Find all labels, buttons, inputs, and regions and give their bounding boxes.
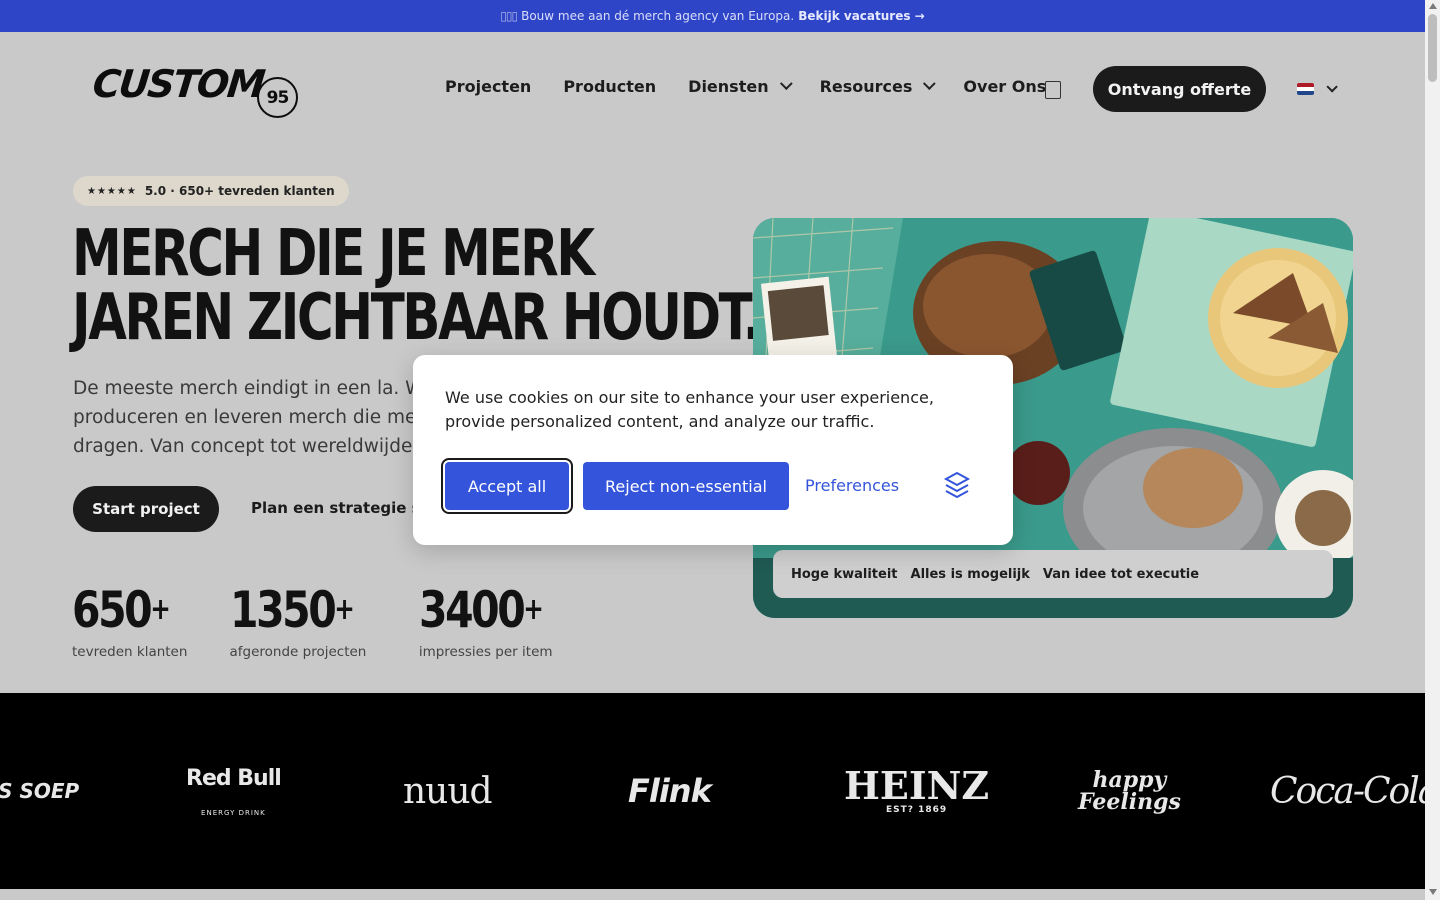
cookie-provider-logo-icon xyxy=(943,471,971,499)
happy-feelings-logo: happy Feelings xyxy=(1078,767,1181,815)
chevron-down-icon xyxy=(1326,81,1338,93)
nav-label: Diensten xyxy=(688,77,769,96)
heinz-logo: HEINZ EST? 1869 xyxy=(844,763,990,816)
soep-logo: 'S SOEP xyxy=(0,779,80,803)
stat-number: 3400+ xyxy=(418,581,544,639)
chevron-down-icon xyxy=(923,77,937,91)
nav-diensten[interactable]: Diensten xyxy=(688,77,793,96)
preferences-link[interactable]: Preferences xyxy=(805,476,899,495)
stat-label: afgeronde projecten xyxy=(229,644,367,660)
announcement-emoji: ▯▯▯ xyxy=(500,9,518,23)
coca-cola-logo: Coca-Cola xyxy=(1270,770,1425,812)
scroll-thumb[interactable] xyxy=(1428,14,1437,82)
hero-headline: MERCH DIE JE MERK JAREN ZICHTBAAR HOUDT. xyxy=(72,217,762,355)
nav-label: Resources xyxy=(819,77,913,96)
accept-all-button[interactable]: Accept all xyxy=(441,458,573,514)
search-icon[interactable] xyxy=(1045,81,1061,99)
main-nav: Projecten Producten Diensten Resources O… xyxy=(445,77,1078,96)
nav-label: Producten xyxy=(563,77,657,96)
nav-resources[interactable]: Resources xyxy=(819,77,937,96)
page-bottom-strip xyxy=(0,889,1425,900)
scroll-down-arrow-icon[interactable] xyxy=(1429,889,1437,895)
nav-producten[interactable]: Producten xyxy=(563,77,656,96)
stats-row: 650+ tevreden klanten 1350+ afgeronde pr… xyxy=(72,582,608,660)
custom95-logo[interactable]: CUSTOM 95 xyxy=(90,62,303,122)
stat-label: impressies per item xyxy=(418,644,553,660)
reject-non-essential-button[interactable]: Reject non-essential xyxy=(583,462,789,510)
rating-badge: ★★★★★ 5.0 · 650+ tevreden klanten xyxy=(73,176,349,206)
scroll-up-arrow-icon[interactable] xyxy=(1429,3,1437,9)
nav-label: Projecten xyxy=(445,77,532,96)
client-logos-strip: 'S SOEP Red Bull ENERGY DRINK nuud Flink… xyxy=(0,693,1425,889)
scrollbar[interactable] xyxy=(1425,0,1440,900)
logo-wordmark: CUSTOM xyxy=(90,62,266,106)
nav-label: Over Ons xyxy=(963,77,1047,96)
nuud-logo: nuud xyxy=(403,770,493,812)
usp-item: Van idee tot executie xyxy=(1042,566,1200,582)
stat-number: 650+ xyxy=(72,581,171,639)
get-quote-button[interactable]: Ontvang offerte xyxy=(1093,66,1266,112)
flink-logo: Flink xyxy=(628,772,712,810)
headline-line-2: JAREN ZICHTBAAR HOUDT. xyxy=(72,281,762,355)
cookie-consent-dialog: We use cookies on our site to enhance yo… xyxy=(413,355,1013,545)
stat-label: tevreden klanten xyxy=(72,644,188,660)
start-project-button[interactable]: Start project xyxy=(73,486,219,532)
rating-text: 5.0 · 650+ tevreden klanten xyxy=(144,184,335,198)
stat-impressions: 3400+ impressies per item xyxy=(419,582,568,660)
nav-projecten[interactable]: Projecten xyxy=(445,77,531,96)
netherlands-flag-icon xyxy=(1297,83,1314,95)
headline-line-1: MERCH DIE JE MERK xyxy=(72,217,595,291)
vacancies-link[interactable]: Bekijk vacatures → xyxy=(798,9,925,23)
stat-clients: 650+ tevreden klanten xyxy=(72,582,190,660)
star-rating-icon: ★★★★★ xyxy=(87,185,137,197)
announcement-text: Bouw mee aan dé merch agency van Europa. xyxy=(521,9,795,23)
usp-bar: Hoge kwaliteit Alles is mogelijk Van ide… xyxy=(773,550,1333,598)
site-header: CUSTOM 95 Projecten Producten Diensten R… xyxy=(0,32,1425,147)
stat-projects: 1350+ afgeronde projecten xyxy=(230,582,379,660)
chevron-down-icon xyxy=(779,77,793,91)
announcement-bar: ▯▯▯ Bouw mee aan dé merch agency van Eur… xyxy=(0,0,1425,32)
logo-badge: 95 xyxy=(257,77,298,118)
stat-number: 1350+ xyxy=(229,581,355,639)
usp-item: Alles is mogelijk xyxy=(910,566,1030,582)
language-selector[interactable] xyxy=(1297,81,1338,95)
usp-item: Hoge kwaliteit xyxy=(791,566,898,582)
cookie-message: We use cookies on our site to enhance yo… xyxy=(445,388,934,431)
redbull-logo: Red Bull ENERGY DRINK xyxy=(186,765,282,817)
nav-over-ons[interactable]: Over Ons xyxy=(963,77,1046,96)
